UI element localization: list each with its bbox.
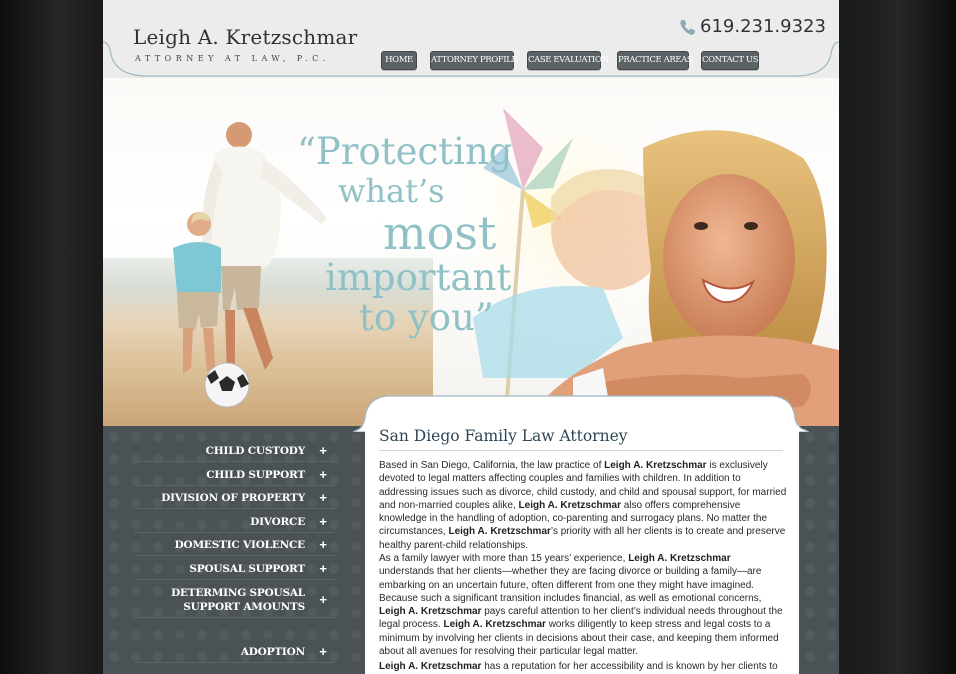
quote-line-1: “Protecting xyxy=(297,130,513,173)
sidebar-item-label: SPOUSAL SUPPORT xyxy=(189,563,305,575)
quote-line-4: important xyxy=(325,256,512,299)
sidebar-item-domestic-violence[interactable]: DOMESTIC VIOLENCE + xyxy=(135,538,335,556)
plus-icon[interactable]: + xyxy=(319,645,327,659)
header: Leigh A. Kretzschmar ATTORNEY AT LAW, P.… xyxy=(103,0,839,78)
sidebar-item-label-line-2: SUPPORT AMOUNTS xyxy=(183,601,305,613)
sidebar-item-adoption[interactable]: ADOPTION + xyxy=(135,645,335,663)
sidebar-item-child-custody[interactable]: CHILD CUSTODY + xyxy=(135,444,335,462)
sidebar-item-determing-spousal-support-amounts[interactable]: DETERMING SPOUSAL SUPPORT AMOUNTS + xyxy=(135,586,335,618)
page-title: San Diego Family Law Attorney xyxy=(379,427,628,445)
logo-tagline: ATTORNEY AT LAW, P.C. xyxy=(135,54,330,63)
right-pattern-strip xyxy=(799,426,839,674)
hero-banner: “Protecting what’s most important to you… xyxy=(103,78,839,426)
practice-areas-sidebar: CHILD CUSTODY + CHILD SUPPORT + DIVISION… xyxy=(103,426,365,674)
plus-icon[interactable]: + xyxy=(319,515,327,529)
paragraph-2: As a family lawyer with more than 15 yea… xyxy=(379,553,783,658)
paragraph-3: Leigh A. Kretzschmar has a reputation fo… xyxy=(379,661,778,672)
plus-icon[interactable]: + xyxy=(319,538,327,552)
sidebar-item-spousal-support[interactable]: SPOUSAL SUPPORT + xyxy=(135,562,335,580)
plus-icon[interactable]: + xyxy=(319,491,327,505)
nav-practice-areas[interactable]: PRACTICE AREAS xyxy=(617,51,693,70)
sidebar-item-label: CHILD SUPPORT xyxy=(206,469,305,481)
paragraph-1: Based in San Diego, California, the law … xyxy=(379,460,787,551)
logo-name[interactable]: Leigh A. Kretzschmar xyxy=(133,25,357,49)
title-divider xyxy=(379,450,783,451)
sidebar-item-label: CHILD CUSTODY xyxy=(205,445,306,457)
nav-attorney-profile[interactable]: ATTORNEY PROFILE xyxy=(430,51,518,70)
quote-line-3: most xyxy=(383,206,497,260)
sidebar-item-label: ADOPTION xyxy=(240,646,305,658)
plus-icon[interactable]: + xyxy=(319,444,327,458)
sidebar-item-division-of-property[interactable]: DIVISION OF PROPERTY + xyxy=(135,491,335,509)
quote-line-5: to you” xyxy=(359,296,494,339)
sidebar-item-label-line-1: DETERMING SPOUSAL xyxy=(171,587,305,599)
sidebar-item-label: DOMESTIC VIOLENCE xyxy=(174,539,306,551)
sidebar-item-child-support[interactable]: CHILD SUPPORT + xyxy=(135,468,335,486)
soccer-ball xyxy=(204,362,250,408)
sidebar-item-divorce[interactable]: DIVORCE + xyxy=(135,515,335,533)
phone-number[interactable]: 619.231.9323 xyxy=(700,16,826,37)
plus-icon[interactable]: + xyxy=(319,468,327,482)
plus-icon[interactable]: + xyxy=(319,562,327,576)
phone-icon xyxy=(680,19,695,35)
nav-contact-us[interactable]: CONTACT US xyxy=(701,51,759,70)
nav-case-evaluation[interactable]: CASE EVALUATION xyxy=(527,51,609,70)
nav-home[interactable]: HOME xyxy=(381,51,417,70)
plus-icon[interactable]: + xyxy=(319,593,327,607)
main-nav: HOME ATTORNEY PROFILE CASE EVALUATION PR… xyxy=(381,51,781,70)
quote-line-2: what’s xyxy=(338,172,445,210)
sidebar-item-label: DIVISION OF PROPERTY xyxy=(161,492,305,504)
sidebar-item-label: DIVORCE xyxy=(250,516,305,528)
main-content: San Diego Family Law Attorney Based in S… xyxy=(365,426,799,674)
page: Leigh A. Kretzschmar ATTORNEY AT LAW, P.… xyxy=(103,0,839,674)
